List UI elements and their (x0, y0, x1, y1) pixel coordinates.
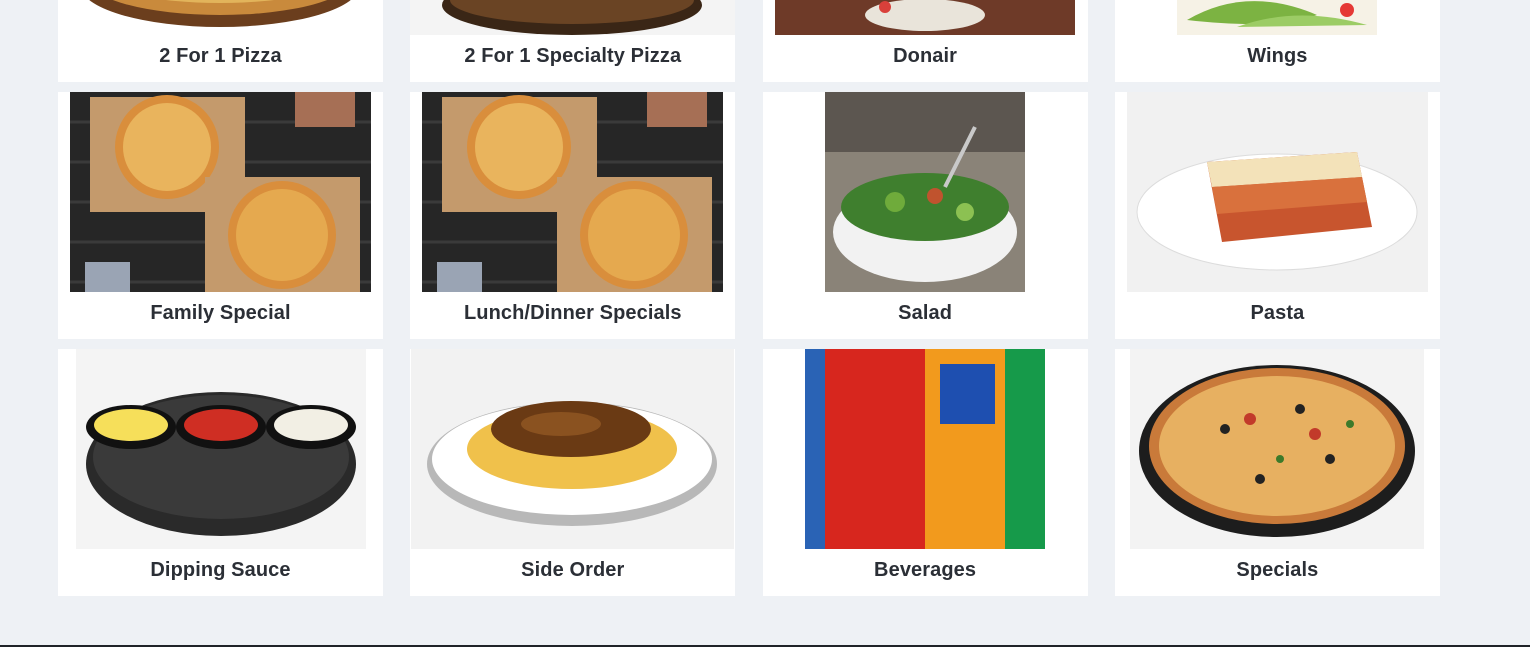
category-image (58, 92, 383, 292)
category-label: Lunch/Dinner Specials (463, 302, 682, 324)
category-label: Dipping Sauce (150, 559, 291, 581)
family-pizzas-image (70, 92, 371, 292)
two-pizzas-image (422, 92, 724, 292)
category-image (1115, 349, 1440, 549)
category-label: 2 For 1 Pizza (159, 45, 282, 67)
category-card-family-special[interactable]: Family Special (58, 92, 383, 339)
category-label: Wings (1247, 45, 1308, 67)
category-image (763, 92, 1088, 292)
category-card-salad[interactable]: Salad (762, 92, 1088, 339)
category-image (58, 349, 383, 549)
category-image (763, 0, 1088, 35)
poutine-image (411, 349, 735, 549)
category-image (410, 92, 735, 292)
category-card-dipping-sauce[interactable]: Dipping Sauce (58, 349, 383, 596)
pizza-on-board-image (89, 0, 351, 27)
donair-image (775, 0, 1076, 35)
category-image (1115, 0, 1440, 35)
category-image (410, 0, 736, 35)
salad-bowl-image (825, 92, 1026, 292)
category-image (410, 349, 735, 549)
specials-pizza-image (1130, 349, 1425, 549)
category-label: Pasta (1250, 302, 1305, 324)
category-card-2-for-1-pizza[interactable]: 2 For 1 Pizza (58, 0, 383, 82)
specialty-pizza-image (410, 0, 736, 35)
dipping-sauces-image (75, 349, 366, 549)
category-card-beverages[interactable]: Beverages (762, 349, 1088, 596)
category-card-specials[interactable]: Specials (1114, 349, 1440, 596)
category-label: Beverages (874, 559, 977, 581)
category-image (763, 349, 1088, 549)
category-card-donair[interactable]: Donair (762, 0, 1088, 82)
lasagna-image (1126, 92, 1428, 292)
category-label: Salad (898, 302, 953, 324)
category-label: Donair (893, 45, 958, 67)
category-label: Family Special (150, 302, 291, 324)
soda-cans-image (805, 349, 1046, 549)
category-card-2-for-1-specialty-pizza[interactable]: 2 For 1 Specialty Pizza (410, 0, 736, 82)
category-card-lunch-dinner-specials[interactable]: Lunch/Dinner Specials (410, 92, 736, 339)
menu-category-grid: 2 For 1 Pizza 2 For 1 Specialty Pizza Do… (58, 0, 1440, 596)
wings-image (1177, 0, 1378, 35)
category-label: Side Order (521, 559, 625, 581)
category-label: 2 For 1 Specialty Pizza (464, 45, 682, 67)
category-image (58, 0, 383, 35)
category-card-wings[interactable]: Wings (1114, 0, 1440, 82)
category-label: Specials (1236, 559, 1319, 581)
category-card-side-order[interactable]: Side Order (410, 349, 736, 596)
category-card-pasta[interactable]: Pasta (1114, 92, 1440, 339)
category-image (1115, 92, 1440, 292)
